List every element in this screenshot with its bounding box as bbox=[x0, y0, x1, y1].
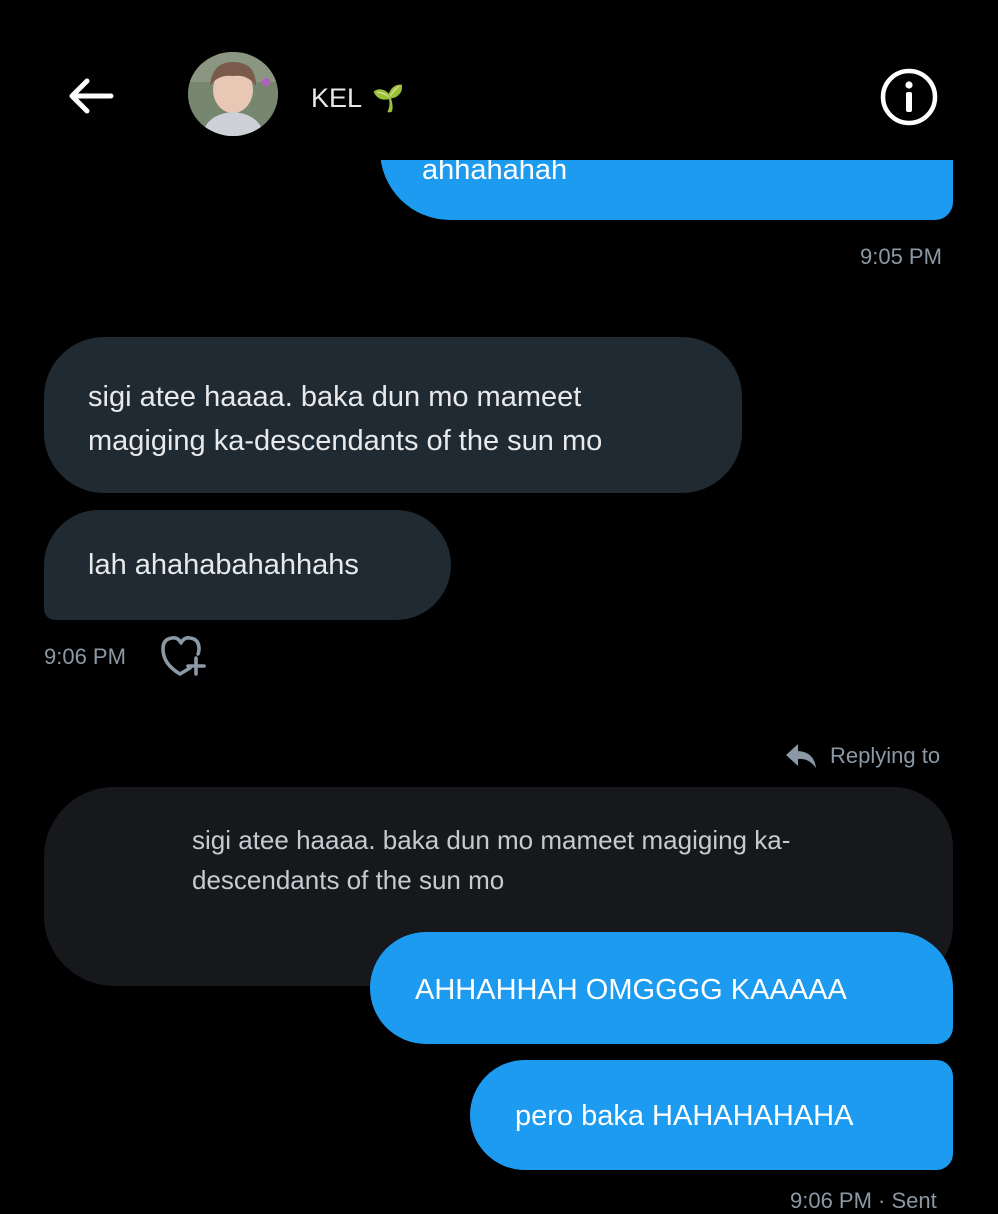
replying-to-indicator: Replying to bbox=[784, 736, 940, 776]
contact-name[interactable]: KEL 🌱 bbox=[311, 78, 404, 118]
info-icon bbox=[880, 68, 938, 126]
back-arrow-icon bbox=[69, 78, 114, 114]
message-text: lah ahahabahahhahs bbox=[88, 549, 359, 581]
message-timestamp: 9:06 PM · Sent bbox=[790, 1188, 937, 1213]
quoted-message-text: sigi atee haaaa. baka dun mo mameet magi… bbox=[192, 825, 791, 895]
message-bubble-received[interactable]: lah ahahabahahhahs bbox=[44, 510, 451, 620]
message-text: sigi atee haaaa. baka dun mo mameet magi… bbox=[88, 381, 603, 457]
reply-icon bbox=[786, 744, 816, 768]
conversation-header: KEL 🌱 bbox=[0, 0, 998, 160]
contact-name-text: KEL bbox=[311, 82, 363, 113]
message-text: AHHAHHAH OMGGGG KAAAAA bbox=[415, 974, 847, 1006]
avatar[interactable] bbox=[188, 52, 278, 136]
message-bubble-sent[interactable]: AHHAHHAH OMGGGG KAAAAA bbox=[370, 932, 953, 1044]
seedling-icon: 🌱 bbox=[372, 82, 405, 113]
heart-plus-icon bbox=[161, 636, 206, 676]
replying-to-label: Replying to bbox=[830, 743, 941, 768]
add-reaction-button[interactable] bbox=[158, 633, 208, 677]
message-bubble-received[interactable]: sigi atee haaaa. baka dun mo mameet magi… bbox=[44, 337, 742, 493]
message-timestamp: 9:06 PM bbox=[44, 644, 126, 669]
info-button[interactable] bbox=[878, 66, 940, 128]
back-button[interactable] bbox=[60, 68, 120, 124]
message-text: pero baka HAHAHAHAHA bbox=[515, 1100, 854, 1132]
message-timestamp: 9:05 PM bbox=[860, 244, 942, 269]
message-bubble-sent[interactable]: pero baka HAHAHAHAHA bbox=[470, 1060, 953, 1170]
